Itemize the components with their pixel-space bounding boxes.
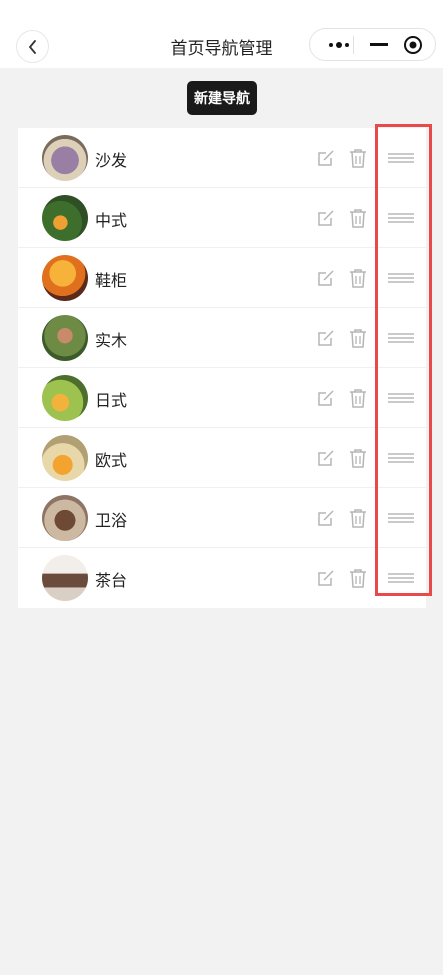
list-item: 中式 [18, 188, 426, 248]
more-dots-icon [329, 41, 349, 48]
item-label: 日式 [95, 391, 128, 410]
avatar [42, 375, 88, 421]
trash-icon[interactable] [349, 388, 367, 408]
list-item: 日式 [18, 368, 426, 428]
trash-icon[interactable] [349, 328, 367, 348]
item-label: 沙发 [95, 151, 128, 170]
edit-icon[interactable] [317, 389, 335, 407]
avatar [42, 315, 88, 361]
edit-icon[interactable] [317, 329, 335, 347]
trash-icon[interactable] [349, 148, 367, 168]
trash-icon[interactable] [349, 568, 367, 588]
trash-icon[interactable] [349, 508, 367, 528]
item-label: 鞋柜 [95, 271, 128, 290]
avatar [42, 195, 88, 241]
edit-icon[interactable] [317, 569, 335, 587]
list-item: 欧式 [18, 428, 426, 488]
edit-icon[interactable] [317, 149, 335, 167]
trash-icon[interactable] [349, 268, 367, 288]
trash-icon[interactable] [349, 448, 367, 468]
edit-icon[interactable] [317, 509, 335, 527]
list-item: 鞋柜 [18, 248, 426, 308]
item-label: 茶台 [95, 571, 128, 590]
list-item: 卫浴 [18, 488, 426, 548]
minimize-icon [370, 42, 388, 46]
drag-handles-highlight [375, 124, 432, 596]
list-item: 实木 [18, 308, 426, 368]
navigation-list: 沙发 中式 鞋柜 实木 日式 欧式 卫浴 茶台 [18, 128, 426, 608]
avatar [42, 255, 88, 301]
avatar [42, 135, 88, 181]
edit-icon[interactable] [317, 269, 335, 287]
item-label: 卫浴 [95, 511, 128, 530]
avatar [42, 555, 88, 601]
item-label: 中式 [95, 211, 128, 230]
item-label: 实木 [95, 331, 128, 350]
list-item: 茶台 [18, 548, 426, 608]
list-item: 沙发 [18, 128, 426, 188]
avatar [42, 495, 88, 541]
target-circle-icon [404, 35, 422, 54]
minimize-button[interactable] [366, 29, 392, 60]
capsule-divider [353, 36, 354, 54]
trash-icon[interactable] [349, 208, 367, 228]
mini-program-capsule [309, 28, 436, 61]
new-navigation-button[interactable]: 新建导航 [187, 81, 257, 115]
edit-icon[interactable] [317, 209, 335, 227]
item-label: 欧式 [95, 451, 128, 470]
edit-icon[interactable] [317, 449, 335, 467]
avatar [42, 435, 88, 481]
more-button[interactable] [324, 29, 354, 60]
close-button[interactable] [400, 29, 426, 60]
